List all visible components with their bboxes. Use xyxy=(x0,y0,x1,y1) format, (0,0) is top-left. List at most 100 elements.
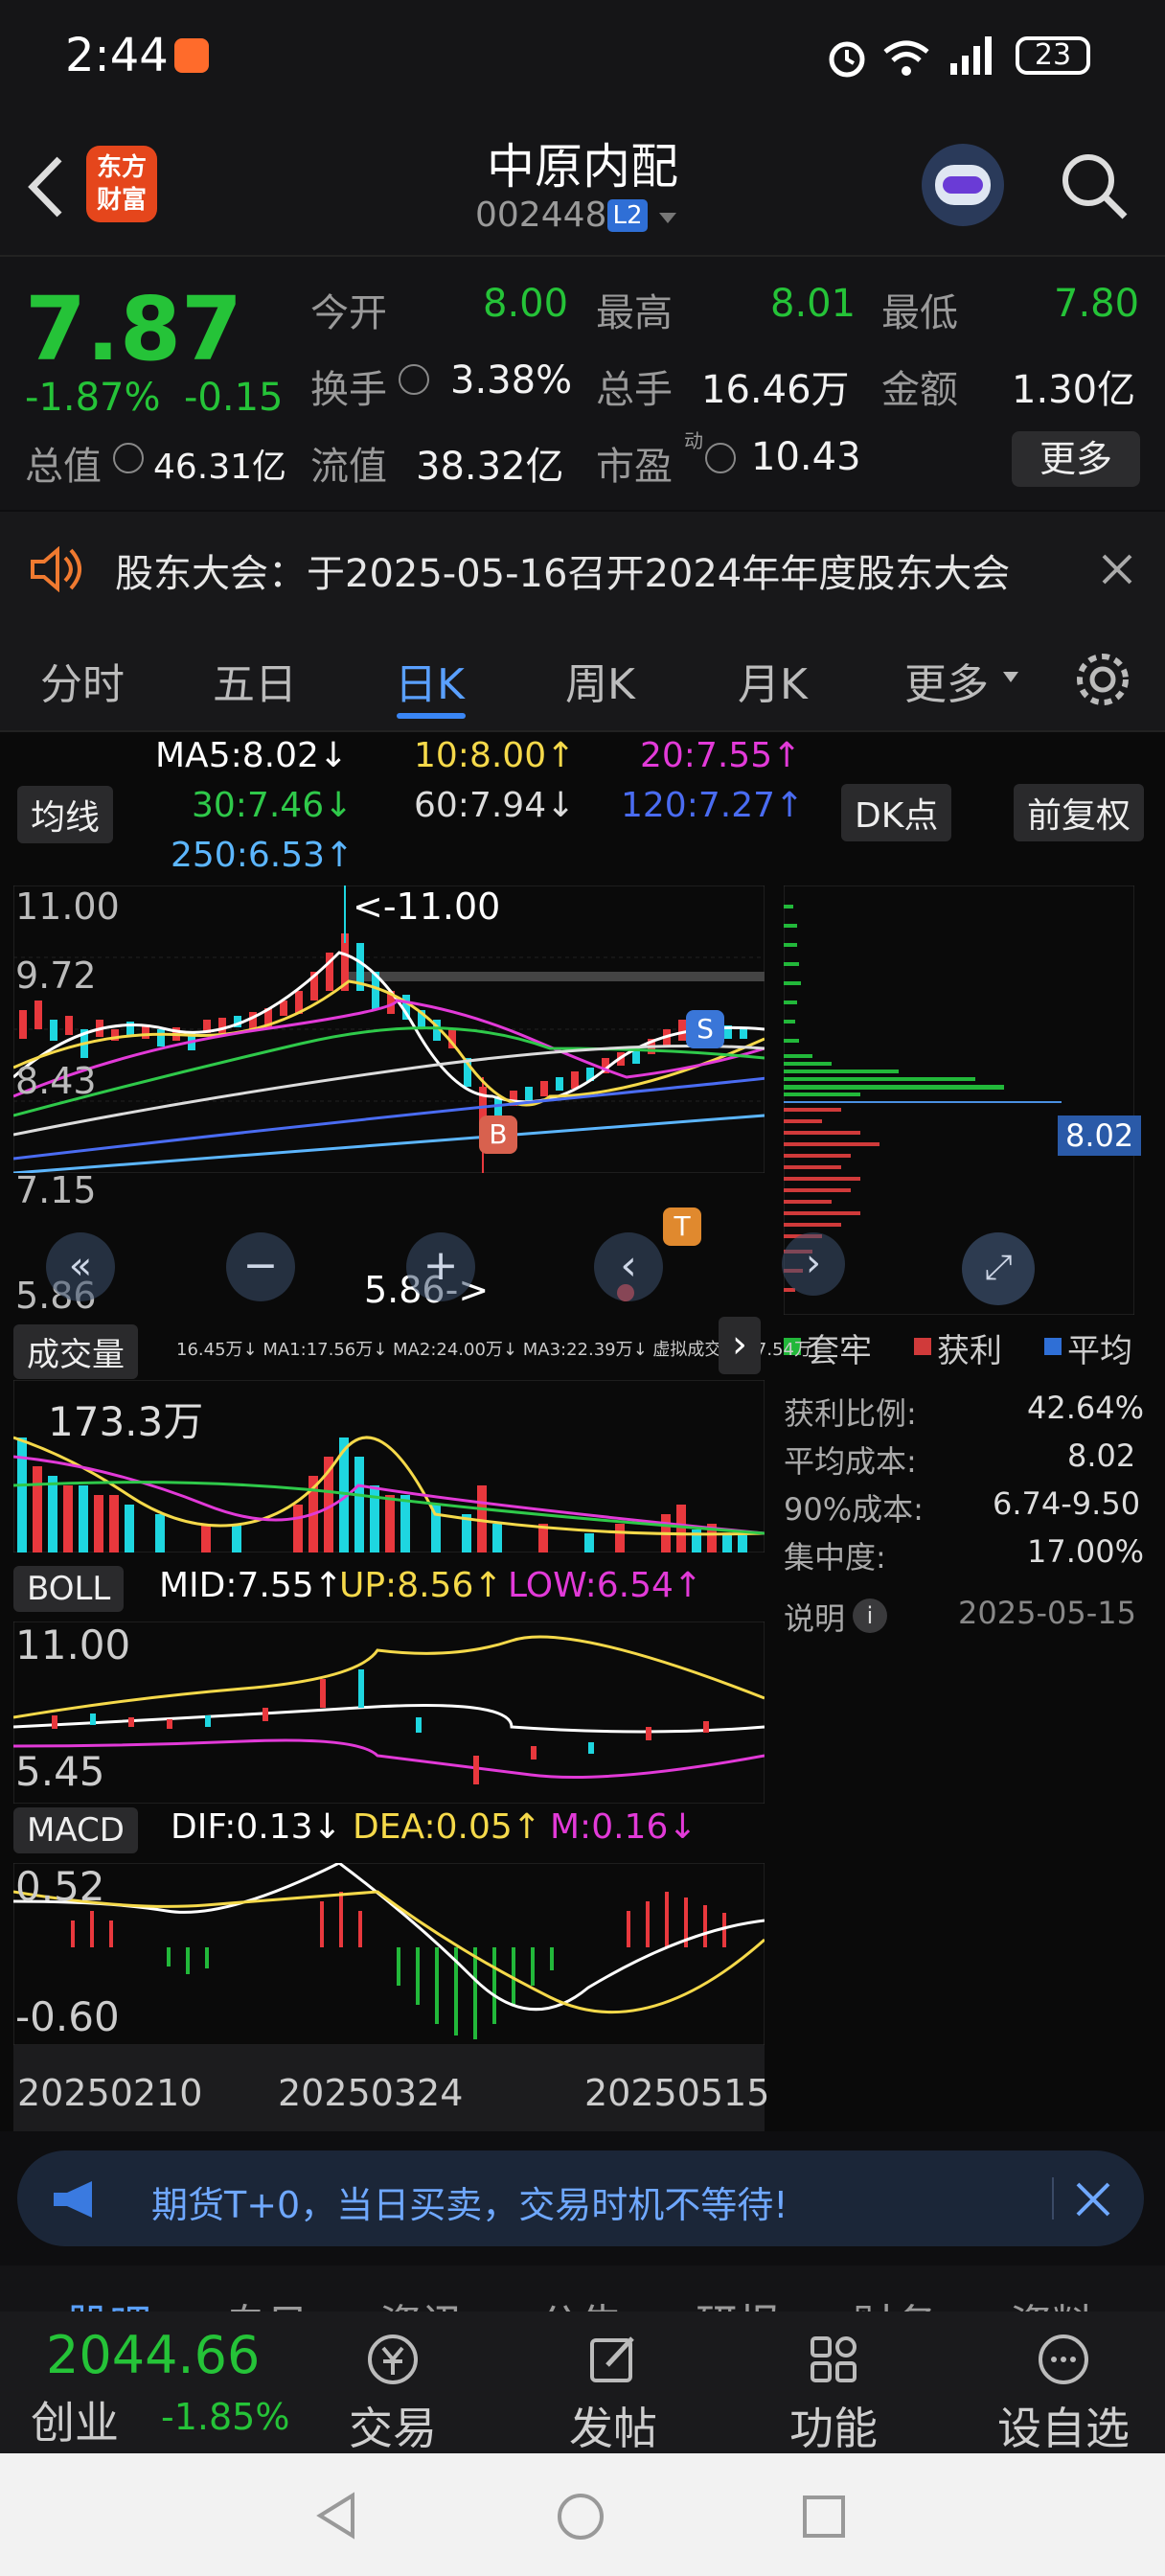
kline-chart[interactable] xyxy=(13,886,765,1173)
date-label: 20250324 xyxy=(278,2072,464,2114)
dk-point-button[interactable]: DK点 xyxy=(841,784,952,841)
resistance-band xyxy=(347,972,765,981)
nav-post[interactable]: 发帖 xyxy=(537,2331,690,2457)
tab-intraday[interactable]: 分时 xyxy=(40,650,125,711)
chip-price-tag: 8.02 xyxy=(1058,1116,1142,1156)
volume-max-label: 173.3万 xyxy=(48,1398,204,1445)
macd-selector[interactable]: MACD xyxy=(13,1807,138,1853)
chip-stat-label: 平均成本: xyxy=(784,1443,917,1480)
dropdown-icon[interactable] xyxy=(1002,671,1019,684)
stock-code: 002448 xyxy=(475,196,607,235)
index-change: -1.85% xyxy=(161,2396,290,2438)
macd-dif: DIF:0.13↓ xyxy=(171,1807,342,1847)
chip-stat-value: 17.00% xyxy=(1027,1533,1145,1570)
chart-area: MA5:8.02↓ 10:8.00↑ 20:7.55↑ 均线 30:7.46↓ … xyxy=(0,732,1165,2131)
subtab[interactable]: 研报 xyxy=(696,2290,780,2312)
signal-icon xyxy=(950,36,992,75)
trade-icon xyxy=(368,2334,418,2384)
notice-text: 股东大会：于2025-05-16召开2024年年度股东大会 xyxy=(115,552,1011,596)
legend-profit: 获利 xyxy=(937,1332,1002,1370)
macd-ylabel-bottom: -0.60 xyxy=(15,1993,120,2040)
tab-five-day[interactable]: 五日 xyxy=(213,650,297,711)
change-amount: -0.15 xyxy=(184,376,284,420)
tab-more[interactable]: 更多 xyxy=(904,650,989,711)
subtab[interactable]: 自日 xyxy=(224,2290,308,2312)
float-label: 流值 xyxy=(310,445,387,489)
boll-selector[interactable]: BOLL xyxy=(13,1566,125,1612)
nav-add-watchlist[interactable]: 设自选 xyxy=(977,2331,1150,2457)
index-name: 创业 xyxy=(31,2397,119,2449)
legend-swatch-avg xyxy=(1044,1338,1062,1355)
kline-ylabel-top: 11.00 xyxy=(15,886,120,928)
turnover-value: 3.38% xyxy=(450,358,573,402)
robot-assistant-icon[interactable] xyxy=(922,144,1004,226)
kline-ylabel-3: 8.43 xyxy=(15,1060,97,1102)
system-recents-icon[interactable] xyxy=(801,2494,847,2540)
ma-selector[interactable]: 均线 xyxy=(17,786,114,843)
subtab[interactable]: 股吧 xyxy=(67,2290,151,2312)
more-button[interactable]: 更多 xyxy=(1012,431,1140,487)
adjust-button[interactable]: 前复权 xyxy=(1014,784,1145,841)
buy-signal-badge[interactable]: B xyxy=(479,1116,517,1154)
level2-badge[interactable]: L2 xyxy=(607,199,648,232)
ma20-legend: 20:7.55↑ xyxy=(640,736,802,775)
nav-label: 功能 xyxy=(789,2403,878,2454)
info-icon[interactable] xyxy=(113,443,144,473)
pe-value: 10.43 xyxy=(751,435,861,479)
nav-functions[interactable]: 功能 xyxy=(757,2331,910,2457)
zoom-in-icon[interactable]: + xyxy=(406,1232,475,1301)
system-back-icon[interactable] xyxy=(314,2492,360,2540)
settings-gear-icon[interactable] xyxy=(1073,650,1132,709)
expand-icon[interactable]: ⤢ xyxy=(962,1232,1035,1305)
ma5-legend: MA5:8.02↓ xyxy=(155,736,349,775)
volume-legend: 16.45万↓ MA1:17.56万↓ MA2:24.00万↓ MA3:22.3… xyxy=(176,1340,812,1360)
info-icon[interactable] xyxy=(399,364,429,395)
index-ticker[interactable]: 2044.66 创业 -1.85% xyxy=(0,2312,307,2453)
tab-daily-k[interactable]: 日K xyxy=(395,650,465,711)
notice-bar[interactable]: 股东大会：于2025-05-16召开2024年年度股东大会 xyxy=(0,512,1165,623)
chevron-right-icon[interactable]: › xyxy=(719,1317,761,1374)
ad-banner[interactable]: 期货T+0，当日买卖，交易时机不等待! xyxy=(17,2150,1144,2246)
tab-monthly-k[interactable]: 月K xyxy=(738,650,808,711)
scroll-left-icon[interactable]: « xyxy=(46,1232,115,1301)
float-value: 38.32亿 xyxy=(416,445,564,489)
t-signal-badge[interactable]: T xyxy=(663,1208,701,1246)
subtab[interactable]: 财务 xyxy=(853,2290,937,2312)
macd-dea: DEA:0.05↑ xyxy=(353,1807,541,1847)
close-icon[interactable] xyxy=(1075,2181,1111,2218)
info-icon[interactable]: i xyxy=(853,1598,887,1633)
nav-trade[interactable]: 交易 xyxy=(316,2331,469,2457)
battery-level: 23 xyxy=(1034,38,1072,72)
subtab[interactable]: 公告 xyxy=(538,2290,623,2312)
volume-selector[interactable]: 成交量 xyxy=(13,1324,138,1379)
step-back-icon[interactable]: ‹ xyxy=(594,1232,663,1301)
chip-stat-label: 获利比例: xyxy=(784,1395,917,1432)
subtab[interactable]: 资料 xyxy=(1010,2290,1094,2312)
chevron-right-icon[interactable]: › xyxy=(782,1232,845,1296)
period-tabs: 分时 五日 日K 周K 月K 更多 xyxy=(0,623,1165,732)
chip-stat-label: 90%成本: xyxy=(784,1491,924,1528)
low-label: 最低 xyxy=(881,291,958,335)
info-icon[interactable] xyxy=(705,443,736,473)
subtab[interactable]: 资讯 xyxy=(379,2290,464,2312)
chip-note-label[interactable]: 说明 xyxy=(784,1595,845,1639)
dropdown-icon[interactable] xyxy=(657,211,678,226)
chip-stat-label: 集中度: xyxy=(784,1539,886,1576)
system-home-icon[interactable] xyxy=(556,2492,605,2542)
ma30-legend: 30:7.46↓ xyxy=(192,786,354,825)
amount-value: 1.30亿 xyxy=(1012,368,1136,412)
amount-label: 金额 xyxy=(881,368,958,412)
sell-signal-badge[interactable]: S xyxy=(686,1010,724,1048)
tab-weekly-k[interactable]: 周K xyxy=(565,650,635,711)
macd-m: M:0.16↓ xyxy=(550,1807,697,1847)
zoom-out-icon[interactable]: − xyxy=(226,1232,295,1301)
close-icon[interactable] xyxy=(1100,552,1134,586)
low-value: 7.80 xyxy=(1054,282,1140,326)
macd-chart[interactable] xyxy=(13,1863,765,2045)
boll-up: UP:8.56↑ xyxy=(339,1566,503,1605)
ma60-legend: 60:7.94↓ xyxy=(414,786,576,825)
open-value: 8.00 xyxy=(483,282,569,326)
date-axis: 20250210 20250324 20250515 xyxy=(13,2045,769,2131)
search-icon[interactable] xyxy=(1058,150,1131,222)
nav-label: 发帖 xyxy=(569,2403,657,2454)
